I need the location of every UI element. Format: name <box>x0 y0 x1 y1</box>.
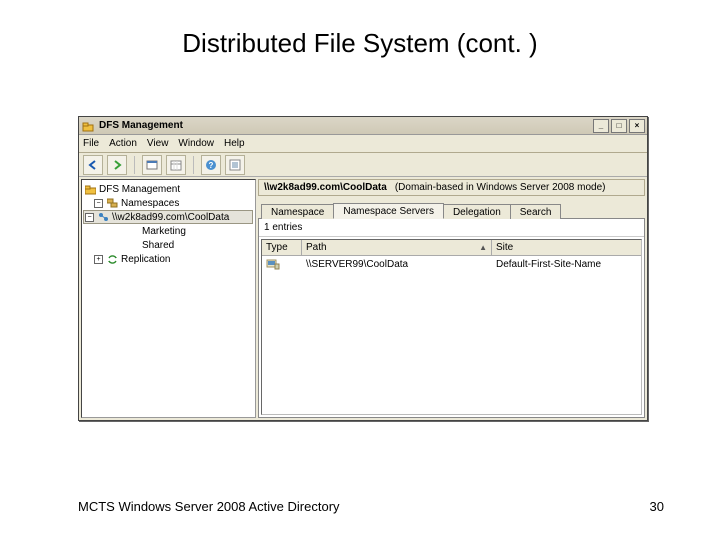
footer-text: MCTS Windows Server 2008 Active Director… <box>78 499 340 514</box>
cell-path: \\SERVER99\CoolData <box>302 259 492 270</box>
namespaces-icon <box>106 197 118 209</box>
menu-window[interactable]: Window <box>178 138 214 149</box>
detail-pane: \\w2k8ad99.com\CoolData (Domain-based in… <box>258 179 645 418</box>
tree-namespace-selected[interactable]: − \\w2k8ad99.com\CoolData <box>83 210 253 224</box>
window-title: DFS Management <box>99 120 593 131</box>
main-layout: DFS Management − Namespaces − \\w2k8ad99… <box>79 177 647 420</box>
dfs-management-window: DFS Management _ □ × File Action View Wi… <box>78 116 648 421</box>
list-row[interactable]: \\SERVER99\CoolData Default-First-Site-N… <box>262 256 641 272</box>
svg-text:?: ? <box>209 161 214 170</box>
collapse-icon[interactable]: − <box>94 199 103 208</box>
toolbar-separator <box>193 156 194 174</box>
tree-label: Namespaces <box>121 198 179 209</box>
tree-child-shared[interactable]: Shared <box>84 238 253 252</box>
list-header: Type Path▲ Site <box>262 240 641 256</box>
properties-button[interactable] <box>166 155 186 175</box>
arrow-left-icon <box>87 159 99 171</box>
entries-count: 1 entries <box>259 219 644 237</box>
share-icon <box>97 211 109 223</box>
tree-label: Shared <box>142 240 174 251</box>
minimize-button[interactable]: _ <box>593 119 609 133</box>
tree-label: Replication <box>121 254 170 265</box>
tree-label: DFS Management <box>99 184 180 195</box>
tab-namespace-servers[interactable]: Namespace Servers <box>333 203 444 219</box>
help-icon: ? <box>205 159 217 171</box>
column-site[interactable]: Site <box>492 240 641 256</box>
calendar-icon <box>170 159 182 171</box>
namespace-mode: (Domain-based in Windows Server 2008 mod… <box>395 182 606 193</box>
new-window-button[interactable] <box>142 155 162 175</box>
path-bar: \\w2k8ad99.com\CoolData (Domain-based in… <box>258 179 645 196</box>
menu-action[interactable]: Action <box>109 138 137 149</box>
menu-help[interactable]: Help <box>224 138 245 149</box>
refresh-button[interactable] <box>225 155 245 175</box>
arrow-right-icon <box>111 159 123 171</box>
list-icon <box>229 159 241 171</box>
tree-root[interactable]: DFS Management <box>84 182 253 196</box>
cell-type <box>262 258 302 270</box>
server-icon <box>266 258 280 270</box>
close-button[interactable]: × <box>629 119 645 133</box>
cell-site: Default-First-Site-Name <box>492 259 641 270</box>
replication-icon <box>106 253 118 265</box>
column-type[interactable]: Type <box>262 240 302 256</box>
dfs-app-icon <box>81 119 95 133</box>
tab-search[interactable]: Search <box>510 204 562 219</box>
forward-button[interactable] <box>107 155 127 175</box>
collapse-icon[interactable]: − <box>85 213 94 222</box>
slide-title: Distributed File System (cont. ) <box>0 0 720 59</box>
tree-label: Marketing <box>142 226 186 237</box>
help-button[interactable]: ? <box>201 155 221 175</box>
tree-child-marketing[interactable]: Marketing <box>84 224 253 238</box>
menu-file[interactable]: File <box>83 138 99 149</box>
slide-number: 30 <box>650 499 664 514</box>
server-list[interactable]: Type Path▲ Site \\SERVER99\CoolData Defa… <box>261 239 642 415</box>
window-icon <box>146 159 158 171</box>
sort-asc-icon: ▲ <box>479 243 487 252</box>
window-titlebar[interactable]: DFS Management _ □ × <box>79 117 647 135</box>
tab-content: 1 entries Type Path▲ Site \\SERVER99\Coo… <box>258 218 645 418</box>
dfs-root-icon <box>84 183 96 195</box>
tree-replication[interactable]: + Replication <box>84 252 253 266</box>
namespace-path: \\w2k8ad99.com\CoolData <box>264 182 387 193</box>
tree-label: \\w2k8ad99.com\CoolData <box>112 212 229 223</box>
tab-delegation[interactable]: Delegation <box>443 204 511 219</box>
menu-bar: File Action View Window Help <box>79 135 647 153</box>
navigation-tree[interactable]: DFS Management − Namespaces − \\w2k8ad99… <box>81 179 256 418</box>
tree-namespaces[interactable]: − Namespaces <box>84 196 253 210</box>
window-controls: _ □ × <box>593 119 645 133</box>
menu-view[interactable]: View <box>147 138 169 149</box>
maximize-button[interactable]: □ <box>611 119 627 133</box>
back-button[interactable] <box>83 155 103 175</box>
column-path[interactable]: Path▲ <box>302 240 492 256</box>
tab-strip: Namespace Namespace Servers Delegation S… <box>258 200 645 218</box>
toolbar-separator <box>134 156 135 174</box>
tab-namespace[interactable]: Namespace <box>261 204 334 219</box>
expand-icon[interactable]: + <box>94 255 103 264</box>
toolbar: ? <box>79 153 647 177</box>
